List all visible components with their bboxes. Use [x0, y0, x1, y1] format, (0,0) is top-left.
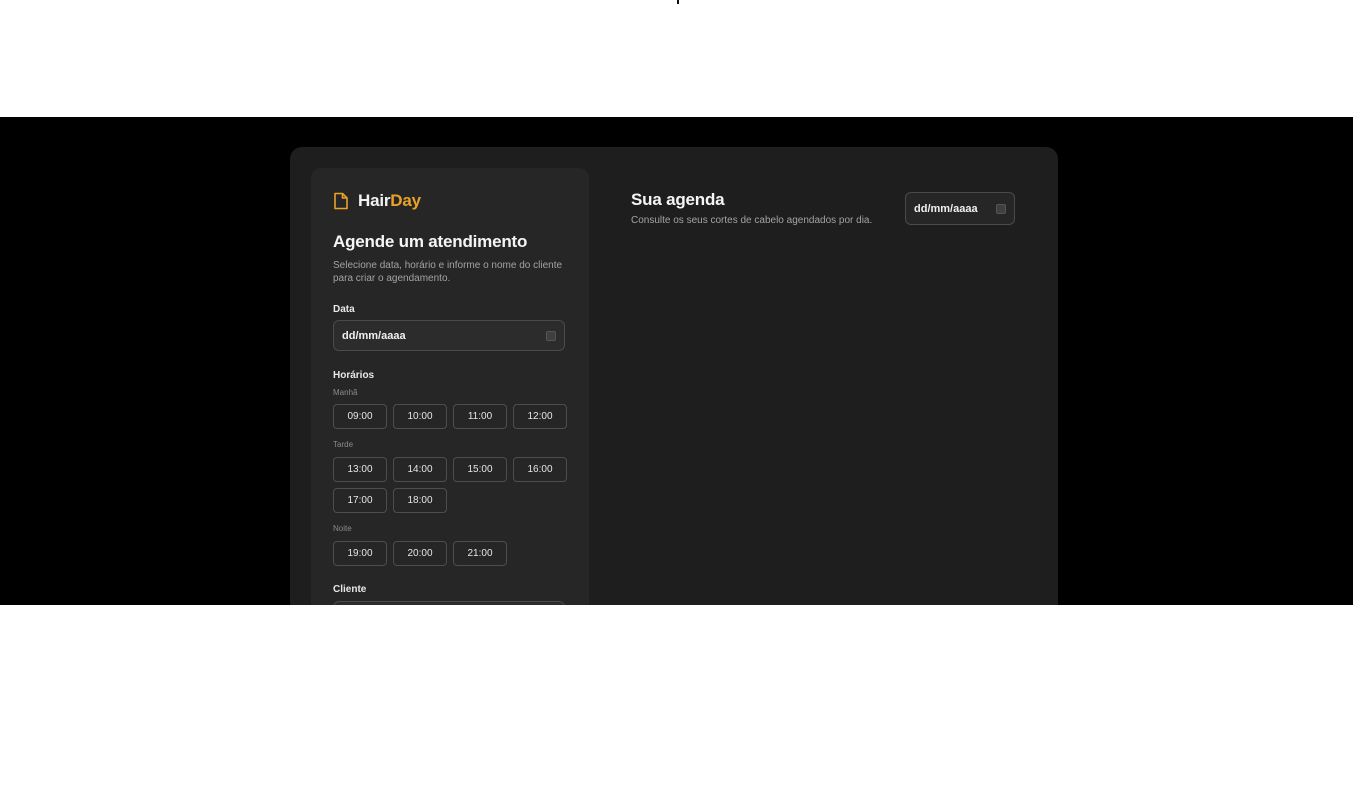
time-slot[interactable]: 17:00: [333, 488, 387, 513]
time-slot[interactable]: 14:00: [393, 457, 447, 482]
time-slot[interactable]: 16:00: [513, 457, 567, 482]
time-slot[interactable]: 20:00: [393, 541, 447, 566]
brand-name-part2: Day: [390, 191, 421, 210]
form-title: Agende um atendimento: [333, 232, 528, 251]
time-slot[interactable]: 13:00: [333, 457, 387, 482]
brand-name: HairDay: [358, 191, 421, 211]
file-icon: [334, 192, 348, 210]
brand-logo: HairDay: [333, 190, 421, 212]
time-slot[interactable]: 11:00: [453, 404, 507, 429]
afternoon-label: Tarde: [333, 440, 354, 449]
text-cursor: [677, 0, 679, 4]
schedule-label: Horários: [333, 370, 375, 381]
calendar-icon[interactable]: [996, 203, 1006, 214]
brand-name-part1: Hair: [358, 191, 391, 210]
morning-label: Manhã: [333, 388, 358, 397]
date-input-value: dd/mm/aaaa: [342, 329, 406, 342]
time-slot[interactable]: 15:00: [453, 457, 507, 482]
agenda-date-value: dd/mm/aaaa: [914, 202, 978, 215]
date-label: Data: [333, 304, 355, 315]
afternoon-slots-row1: 13:00 14:00 15:00 16:00: [333, 457, 567, 482]
time-slot[interactable]: 18:00: [393, 488, 447, 513]
form-description: Selecione data, horário e informe o nome…: [333, 260, 563, 284]
afternoon-slots-row2: 17:00 18:00: [333, 488, 447, 513]
night-slots: 19:00 20:00 21:00: [333, 541, 507, 566]
date-input[interactable]: dd/mm/aaaa: [333, 320, 565, 351]
agenda-date-input[interactable]: dd/mm/aaaa: [905, 192, 1015, 225]
client-name-input[interactable]: [333, 601, 565, 605]
time-slot[interactable]: 10:00: [393, 404, 447, 429]
calendar-icon[interactable]: [546, 330, 556, 341]
time-slot[interactable]: 09:00: [333, 404, 387, 429]
time-slot[interactable]: 12:00: [513, 404, 567, 429]
time-slot[interactable]: 21:00: [453, 541, 507, 566]
client-label: Cliente: [333, 584, 367, 595]
booking-panel: HairDay Agende um atendimento Selecione …: [311, 168, 589, 605]
page-viewport: HairDay Agende um atendimento Selecione …: [0, 117, 1353, 605]
app-container: HairDay Agende um atendimento Selecione …: [290, 147, 1058, 605]
morning-slots: 09:00 10:00 11:00 12:00: [333, 404, 567, 429]
night-label: Noite: [333, 524, 352, 533]
agenda-title: Sua agenda: [631, 190, 725, 209]
agenda-description: Consulte os seus cortes de cabelo agenda…: [631, 215, 873, 226]
time-slot[interactable]: 19:00: [333, 541, 387, 566]
